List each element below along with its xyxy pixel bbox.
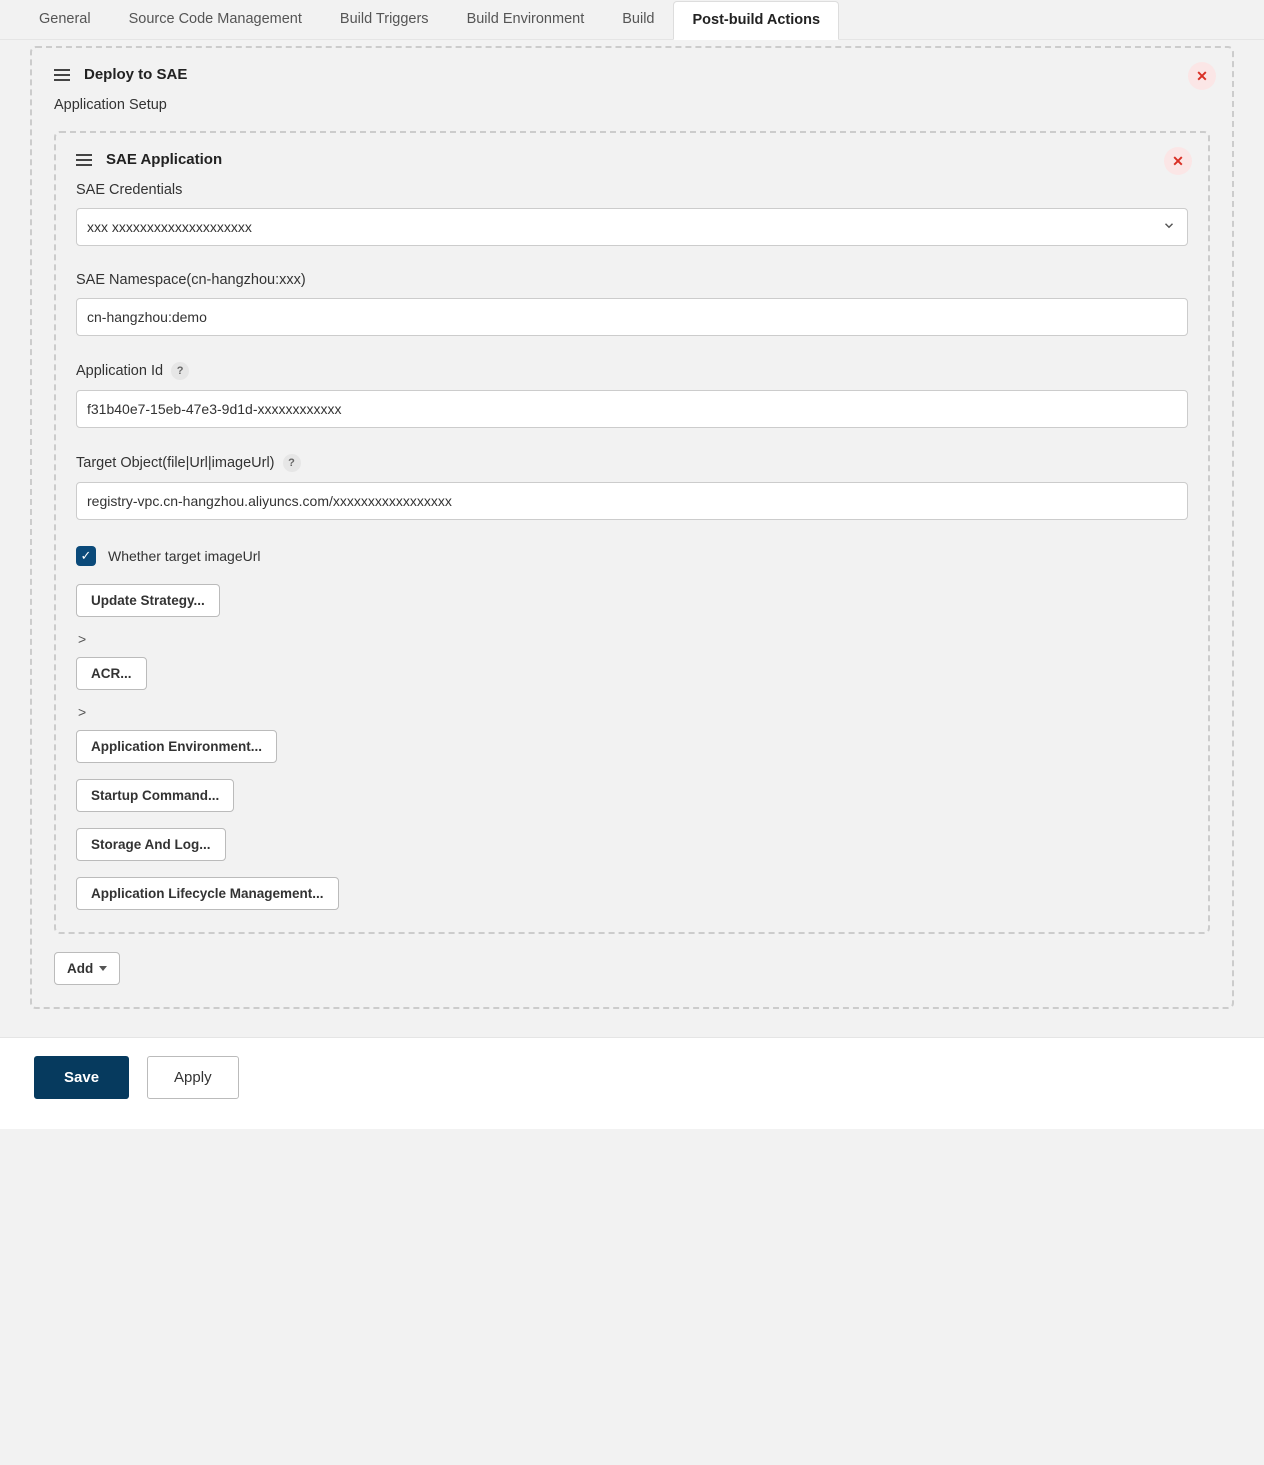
target-imageurl-label: Whether target imageUrl	[108, 548, 261, 564]
expand-marker: >	[78, 704, 1188, 720]
sae-application-section: SAE Application ✕ SAE Credentials xxx xx…	[54, 131, 1210, 934]
target-object-input[interactable]	[76, 482, 1188, 520]
update-strategy-button[interactable]: Update Strategy...	[76, 584, 220, 617]
expand-marker: >	[78, 631, 1188, 647]
help-icon[interactable]: ?	[283, 454, 301, 472]
sae-credentials-label: SAE Credentials	[76, 182, 1188, 198]
sae-application-title: SAE Application	[106, 151, 222, 168]
close-icon[interactable]: ✕	[1188, 62, 1216, 90]
sae-credentials-select[interactable]: xxx xxxxxxxxxxxxxxxxxxxx	[76, 208, 1188, 246]
help-icon[interactable]: ?	[171, 362, 189, 380]
application-id-label: Application Id	[76, 363, 163, 379]
deploy-sae-section: Deploy to SAE ✕ Application Setup SAE Ap…	[30, 46, 1234, 1009]
storage-and-log-button[interactable]: Storage And Log...	[76, 828, 226, 861]
caret-down-icon	[99, 966, 107, 971]
tab-post-build-actions[interactable]: Post-build Actions	[673, 1, 839, 40]
target-object-label: Target Object(file|Url|imageUrl)	[76, 455, 275, 471]
apply-button[interactable]: Apply	[147, 1056, 239, 1099]
tab-build-env[interactable]: Build Environment	[448, 0, 604, 39]
application-id-input[interactable]	[76, 390, 1188, 428]
close-icon[interactable]: ✕	[1164, 147, 1192, 175]
application-environment-button[interactable]: Application Environment...	[76, 730, 277, 763]
acr-button[interactable]: ACR...	[76, 657, 147, 690]
startup-command-button[interactable]: Startup Command...	[76, 779, 234, 812]
save-button[interactable]: Save	[34, 1056, 129, 1099]
application-setup-label: Application Setup	[54, 97, 1210, 113]
section-title: Deploy to SAE	[84, 66, 187, 83]
drag-handle-icon[interactable]	[54, 69, 70, 81]
add-button[interactable]: Add	[54, 952, 120, 985]
action-bar: Save Apply	[0, 1037, 1264, 1129]
target-imageurl-checkbox[interactable]: ✓	[76, 546, 96, 566]
config-tabs: General Source Code Management Build Tri…	[0, 0, 1264, 40]
tab-build[interactable]: Build	[603, 0, 673, 39]
sae-namespace-label: SAE Namespace(cn-hangzhou:xxx)	[76, 272, 1188, 288]
tab-general[interactable]: General	[20, 0, 110, 39]
add-button-label: Add	[67, 961, 93, 976]
drag-handle-icon[interactable]	[76, 154, 92, 166]
application-lifecycle-button[interactable]: Application Lifecycle Management...	[76, 877, 339, 910]
tab-scm[interactable]: Source Code Management	[110, 0, 321, 39]
tab-triggers[interactable]: Build Triggers	[321, 0, 448, 39]
sae-namespace-input[interactable]	[76, 298, 1188, 336]
